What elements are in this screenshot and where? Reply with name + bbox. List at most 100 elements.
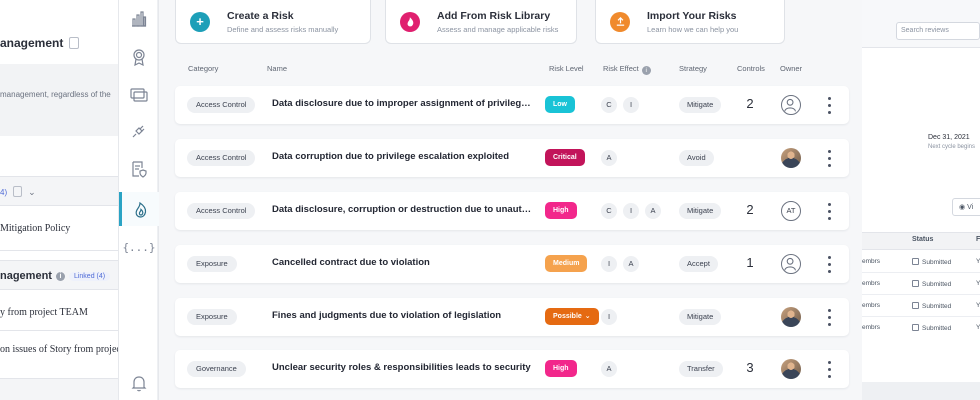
status-cell: Submitted (912, 280, 951, 288)
risk-level-badge: Medium (545, 255, 588, 272)
nav-risks[interactable] (119, 192, 159, 226)
chevron-down-icon[interactable]: ⌄ (585, 313, 591, 320)
create-risk-card[interactable]: + Create a Risk Define and assess risks … (175, 0, 371, 44)
nav-code[interactable]: {...} (119, 230, 159, 264)
extra-cell: Y (976, 280, 980, 287)
risk-effect-pill: A (645, 203, 661, 219)
cycle-date: Dec 31, 2021 (928, 134, 970, 141)
doc-story-link[interactable]: y from project TEAM (0, 307, 88, 318)
strategy-pill: Mitigate (679, 97, 722, 113)
risk-effect-pill: C (601, 97, 617, 113)
document-icon (13, 186, 23, 197)
reviews-footer (862, 382, 980, 400)
risk-name[interactable]: Data corruption due to privilege escalat… (272, 151, 534, 162)
category-pill: Access Control (187, 150, 256, 166)
info-icon[interactable]: i (641, 66, 651, 75)
column-header-category[interactable]: Category (188, 64, 218, 73)
risk-level-badge[interactable]: Possible ⌄ (545, 308, 599, 325)
risk-row[interactable]: Access Control Data disclosure, corruptio… (175, 192, 849, 230)
category-pill: Access Control (187, 203, 256, 219)
risk-row[interactable]: Governance Unclear security roles & respo… (175, 350, 849, 388)
checkbox-icon (912, 280, 919, 287)
doc-story-link[interactable]: on issues of Story from project (0, 344, 121, 355)
view-button[interactable]: ◉ Vi (952, 198, 980, 216)
nav-certifications[interactable] (119, 40, 159, 74)
risk-name[interactable]: Data disclosure due to improper assignme… (272, 98, 534, 109)
risk-name[interactable]: Fines and judgments due to violation of … (272, 310, 534, 321)
background-document-panel: anagement management, regardless of the … (0, 0, 122, 400)
strategy-pill: Mitigate (679, 203, 722, 219)
add-from-library-card[interactable]: Add From Risk Library Assess and manage … (385, 0, 577, 44)
strategy-pill: Transfer (679, 361, 723, 377)
nav-policies[interactable] (119, 152, 159, 186)
shield-document-icon (132, 161, 147, 178)
more-options-icon[interactable] (825, 97, 833, 114)
card-subtitle: Learn how we can help you (647, 24, 739, 34)
member-cell: embrs (862, 324, 881, 331)
card-subtitle: Assess and manage applicable risks (437, 24, 559, 34)
owner-initials-avatar[interactable]: AT (781, 201, 801, 221)
risk-level-label: Medium (553, 260, 580, 267)
column-header-risk-effect[interactable]: Risk Effect i (603, 64, 651, 75)
risk-effect-pill: I (623, 97, 639, 113)
import-risks-card[interactable]: Import Your Risks Learn how we can help … (595, 0, 785, 44)
risk-effects: IA (601, 256, 639, 272)
column-header-name[interactable]: Name (267, 64, 287, 73)
search-reviews-input[interactable]: Search reviews (896, 22, 980, 40)
column-header-owner[interactable]: Owner (780, 64, 802, 73)
nav-notifications[interactable] (119, 366, 159, 400)
risk-row[interactable]: Exposure Cancelled contract due to violat… (175, 245, 849, 283)
risk-effects: I (601, 309, 617, 325)
cycle-label: Next cycle begins (928, 144, 976, 150)
category-pill: Exposure (187, 256, 237, 272)
member-cell: embrs (862, 258, 881, 265)
column-header-controls[interactable]: Controls (737, 64, 765, 73)
info-icon: i (55, 272, 65, 281)
nav-workspaces[interactable] (119, 78, 159, 112)
bell-icon (131, 376, 147, 392)
doc-policy-link[interactable]: Mitigation Policy (0, 223, 70, 234)
owner-avatar[interactable] (781, 359, 801, 379)
more-options-icon[interactable] (825, 150, 833, 167)
chevron-down-icon[interactable]: ⌄ (28, 187, 36, 197)
owner-placeholder-icon[interactable] (781, 95, 801, 115)
risk-effects: CIA (601, 203, 661, 219)
more-options-icon[interactable] (825, 361, 833, 378)
risk-row[interactable]: Access Control Data corruption due to pri… (175, 139, 849, 177)
owner-avatar[interactable] (781, 307, 801, 327)
more-options-icon[interactable] (825, 203, 833, 220)
linked-badge[interactable]: Linked (4) (68, 272, 111, 281)
risk-name[interactable]: Data disclosure, corruption or destructi… (272, 204, 534, 215)
risk-name[interactable]: Unclear security roles & responsibilitie… (272, 362, 534, 373)
column-header-risk-level[interactable]: Risk Level (549, 64, 584, 73)
doc-title: anagement (0, 36, 80, 50)
strategy-pill: Avoid (679, 150, 714, 166)
doc-section-title: nagement i Linked (4) (0, 270, 111, 282)
upload-icon (610, 11, 630, 32)
nav-integrations[interactable] (119, 114, 159, 148)
bar-chart-icon (132, 11, 147, 27)
column-header-strategy[interactable]: Strategy (679, 64, 707, 73)
risk-row[interactable]: Access Control Data disclosure due to imp… (175, 86, 849, 124)
risk-level-badge: Low (545, 96, 575, 113)
doc-description-box (0, 64, 121, 136)
card-title: Import Your Risks (647, 9, 737, 22)
risk-effect-pill: A (601, 150, 617, 166)
member-cell: embrs (862, 280, 881, 287)
member-cell: embrs (862, 302, 881, 309)
extra-cell: Y (976, 324, 980, 331)
owner-placeholder-icon[interactable] (781, 254, 801, 274)
extra-cell: Y (976, 302, 980, 309)
award-ribbon-icon (133, 49, 145, 66)
doc-linked-count[interactable]: 4) ⌄ (0, 186, 36, 198)
risk-level-badge: Critical (545, 149, 585, 166)
divider (0, 330, 121, 331)
more-options-icon[interactable] (825, 309, 833, 326)
risk-row[interactable]: Exposure Fines and judgments due to viola… (175, 298, 849, 336)
more-options-icon[interactable] (825, 256, 833, 273)
risk-effect-pill: I (601, 256, 617, 272)
risk-name[interactable]: Cancelled contract due to violation (272, 257, 534, 268)
nav-reports[interactable] (119, 2, 159, 36)
owner-avatar[interactable] (781, 148, 801, 168)
curly-braces-icon: {...} (122, 240, 156, 254)
